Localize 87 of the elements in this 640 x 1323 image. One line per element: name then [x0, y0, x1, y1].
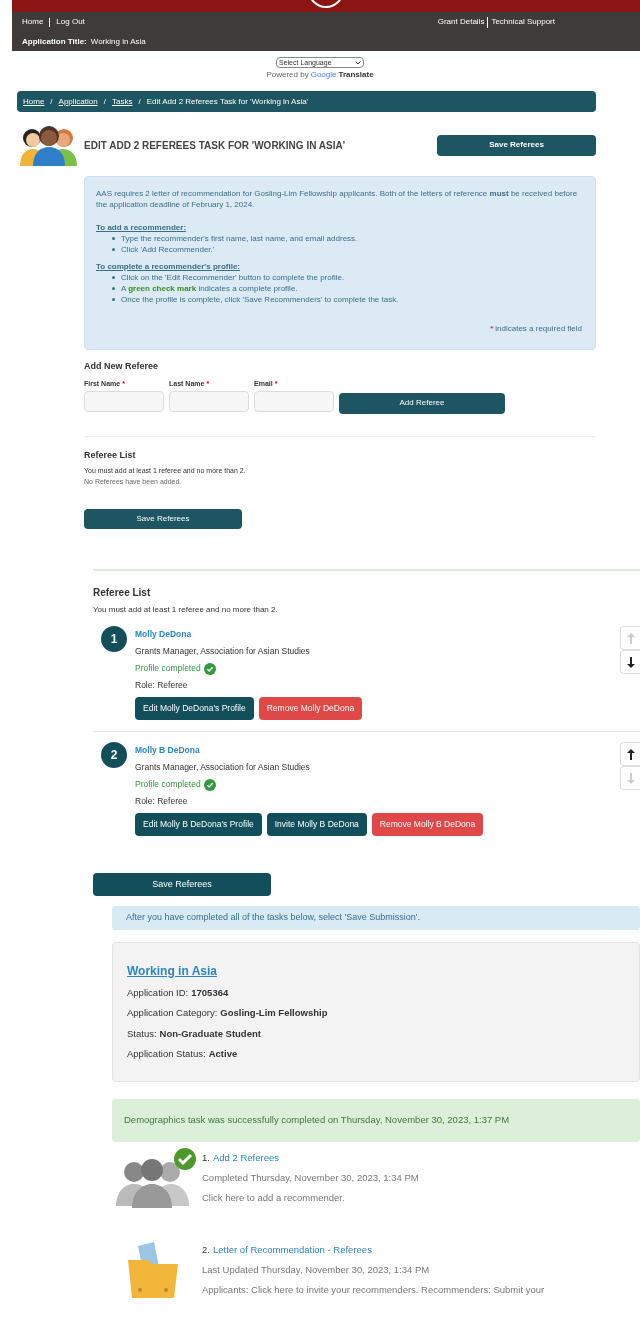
- task-date: Completed Thursday, November 30, 2023, 1:34 PM: [202, 1171, 419, 1185]
- notice-text: After you have completed all of the tasks below, select 'Save Submission'.: [126, 911, 421, 925]
- application-title-link[interactable]: Working in Asia: [127, 964, 217, 978]
- check-icon: [203, 662, 216, 675]
- bullet-icon: [112, 276, 115, 279]
- arrow-down-icon: [626, 656, 635, 668]
- save-referees-button[interactable]: Save Referees: [437, 134, 596, 156]
- remove-button[interactable]: Remove Molly B DeDona: [371, 813, 484, 836]
- arrow-down-icon: [626, 772, 635, 784]
- required-mark: *: [490, 323, 494, 334]
- google-logo: Google: [310, 69, 337, 81]
- add-referee-button[interactable]: Add Referee: [339, 392, 505, 414]
- app-title-value: Working in Asia: [90, 35, 146, 48]
- breadcrumb-link[interactable]: Application: [58, 95, 98, 108]
- field-label: Application Category:: [127, 1006, 218, 1020]
- task-date: Last Updated Thursday, November 30, 2023, 1:34 PM: [202, 1263, 431, 1277]
- number-badge: 1: [101, 626, 127, 652]
- field-value: Active: [208, 1047, 238, 1061]
- breadcrumb-separator: /: [138, 95, 141, 108]
- powered-by-text: Powered by: [266, 69, 309, 81]
- referee-title: Grants Manager, Association for Asian Studies: [135, 645, 311, 658]
- breadcrumb-separator: /: [103, 95, 106, 108]
- action-button[interactable]: Edit Molly DeDona's Profile: [135, 697, 254, 720]
- task-link[interactable]: Letter of Recommendation - Referees: [212, 1240, 372, 1260]
- nav-link[interactable]: Technical Support: [491, 16, 555, 28]
- move-up-button[interactable]: [620, 742, 640, 766]
- task-link[interactable]: Add 2 Referees: [212, 1148, 279, 1168]
- move-down-button[interactable]: [620, 650, 640, 674]
- breadcrumb-link[interactable]: Home: [23, 95, 45, 108]
- field-value: 1705364: [191, 985, 229, 1000]
- remove-button[interactable]: Remove Molly DeDona: [258, 697, 363, 720]
- info-bullet: Click on the 'Edit Recommender' button to complete the profile.: [121, 272, 345, 283]
- task-hint: Applicants: Click here to invite your recommenders. Recommenders: Submit your: [202, 1283, 545, 1297]
- alert-text: Demographics task was successfully completed on Thursday, November 30, 2023, 1:37 PM: [124, 1113, 510, 1128]
- referee-name-link[interactable]: Molly DeDona: [135, 629, 192, 639]
- referee-role: Role: Referee: [135, 795, 189, 808]
- profile-status: Profile completed: [135, 662, 201, 675]
- info-heading: To complete a recommender's profile:: [96, 261, 241, 272]
- section-heading: Add New Referee: [84, 360, 160, 373]
- task-number: 1.: [202, 1151, 210, 1165]
- bullet-icon: [112, 248, 115, 251]
- info-text: AAS requires 2 letter of recommendation for Gosling-Lim Fellowship applicants. Both of the letters of reference must be received before the application deadline of February 1, 2024.: [96, 188, 579, 210]
- field-label: Status:: [127, 1026, 157, 1041]
- field-label: Application ID:: [127, 985, 189, 1000]
- info-bullet: A green check mark indicates a complete profile.: [121, 283, 298, 294]
- info-heading: To add a recommender:: [96, 222, 188, 233]
- arrow-up-icon: [626, 748, 635, 760]
- check-icon: [203, 778, 216, 791]
- translate-text: Translate: [338, 69, 374, 81]
- rule-text: You must add at least 1 referee and no more than 2.: [93, 604, 279, 616]
- page-title: EDIT ADD 2 REFEREES TASK FOR 'WORKING IN ASIA': [84, 138, 347, 153]
- breadcrumb-link[interactable]: Tasks: [111, 95, 133, 108]
- caret-icon: [355, 60, 361, 65]
- bullet-icon: [112, 287, 115, 290]
- info-bullet: Once the profile is complete, click 'Save Recommenders' to complete the task.: [121, 294, 399, 305]
- bullet-icon: [112, 298, 115, 301]
- app-title-label: Application Title:: [22, 35, 87, 48]
- number-badge: 2: [101, 742, 127, 768]
- breadcrumb-separator: /: [50, 95, 53, 108]
- nav-link[interactable]: Home: [22, 16, 44, 28]
- field-label: Application Status:: [127, 1047, 206, 1061]
- nav-link[interactable]: Grant Details: [437, 16, 485, 28]
- input-field[interactable]: [254, 391, 334, 412]
- bullet-icon: [112, 237, 115, 240]
- profile-status: Profile completed: [135, 778, 201, 791]
- field-value: Non-Graduate Student: [159, 1026, 261, 1041]
- section-heading: Referee List: [84, 448, 137, 462]
- save-referees-button[interactable]: Save Referees: [84, 509, 242, 529]
- arrow-up-icon: [626, 632, 635, 644]
- breadcrumb-current: Edit Add 2 Referees Task for 'Working in Asia': [146, 95, 309, 108]
- referee-role: Role: Referee: [135, 679, 189, 692]
- referee-title: Grants Manager, Association for Asian Studies: [135, 761, 311, 774]
- required-note: indicates a required field: [495, 323, 582, 334]
- task-number: 2.: [202, 1243, 210, 1257]
- nav-link[interactable]: Log Out: [56, 16, 85, 28]
- field-value: Gosling-Lim Fellowship: [220, 1006, 328, 1020]
- info-bullet: Type the recommender's first name, last name, and email address.: [121, 233, 358, 244]
- task-hint: Click here to add a recommender.: [202, 1191, 346, 1205]
- input-field[interactable]: [84, 391, 164, 412]
- input-field[interactable]: [169, 391, 249, 412]
- referee-name-link[interactable]: Molly B DeDona: [135, 745, 200, 755]
- save-referees-button[interactable]: Save Referees: [93, 873, 271, 896]
- people-group-icon: [18, 124, 80, 166]
- info-bullet: Click 'Add Recommender.': [121, 244, 215, 255]
- action-button[interactable]: Invite Molly B DeDona: [266, 813, 367, 836]
- section-heading: Referee List: [93, 586, 152, 600]
- action-button[interactable]: Edit Molly B DeDona's Profile: [135, 813, 262, 836]
